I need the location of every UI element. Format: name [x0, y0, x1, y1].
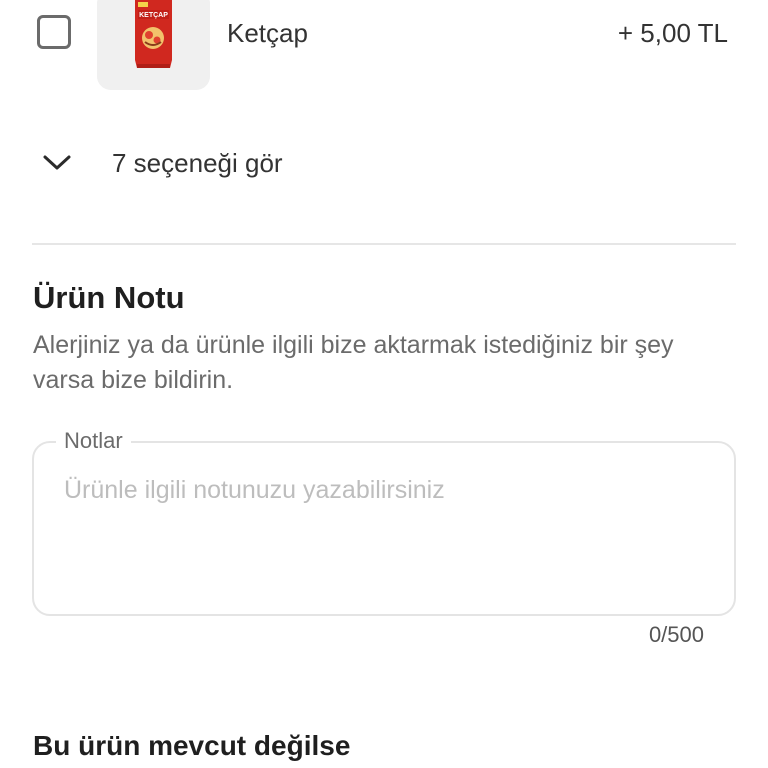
option-name: Ketçap: [227, 18, 308, 48]
unavailable-section-title: Bu ürün mevcut değilse: [33, 730, 351, 761]
show-more-options-button[interactable]: 7 seçeneği gör: [0, 140, 768, 188]
chevron-down-icon: [40, 150, 74, 174]
ketchup-brand-text: KETÇAP: [139, 12, 168, 19]
option-row-ketcap[interactable]: KETÇAP Ketçap + 5,00 TL: [0, 0, 768, 90]
option-checkbox[interactable]: [37, 15, 71, 49]
option-price: + 5,00 TL: [617, 18, 728, 48]
product-note-title: Ürün Notu: [33, 280, 185, 315]
notes-character-counter: 0/500: [648, 622, 704, 647]
show-more-options-label: 7 seçeneği gör: [112, 148, 283, 178]
notes-placeholder: Ürünle ilgili notunuzu yazabilirsiniz: [64, 476, 445, 504]
product-note-description: Alerjiniz ya da ürünle ilgili bize aktar…: [33, 331, 674, 394]
notes-field-label: Notlar: [56, 428, 131, 454]
notes-textarea[interactable]: [32, 441, 736, 616]
section-divider: [32, 243, 736, 245]
ketchup-packet-image: KETÇAP: [97, 0, 210, 90]
